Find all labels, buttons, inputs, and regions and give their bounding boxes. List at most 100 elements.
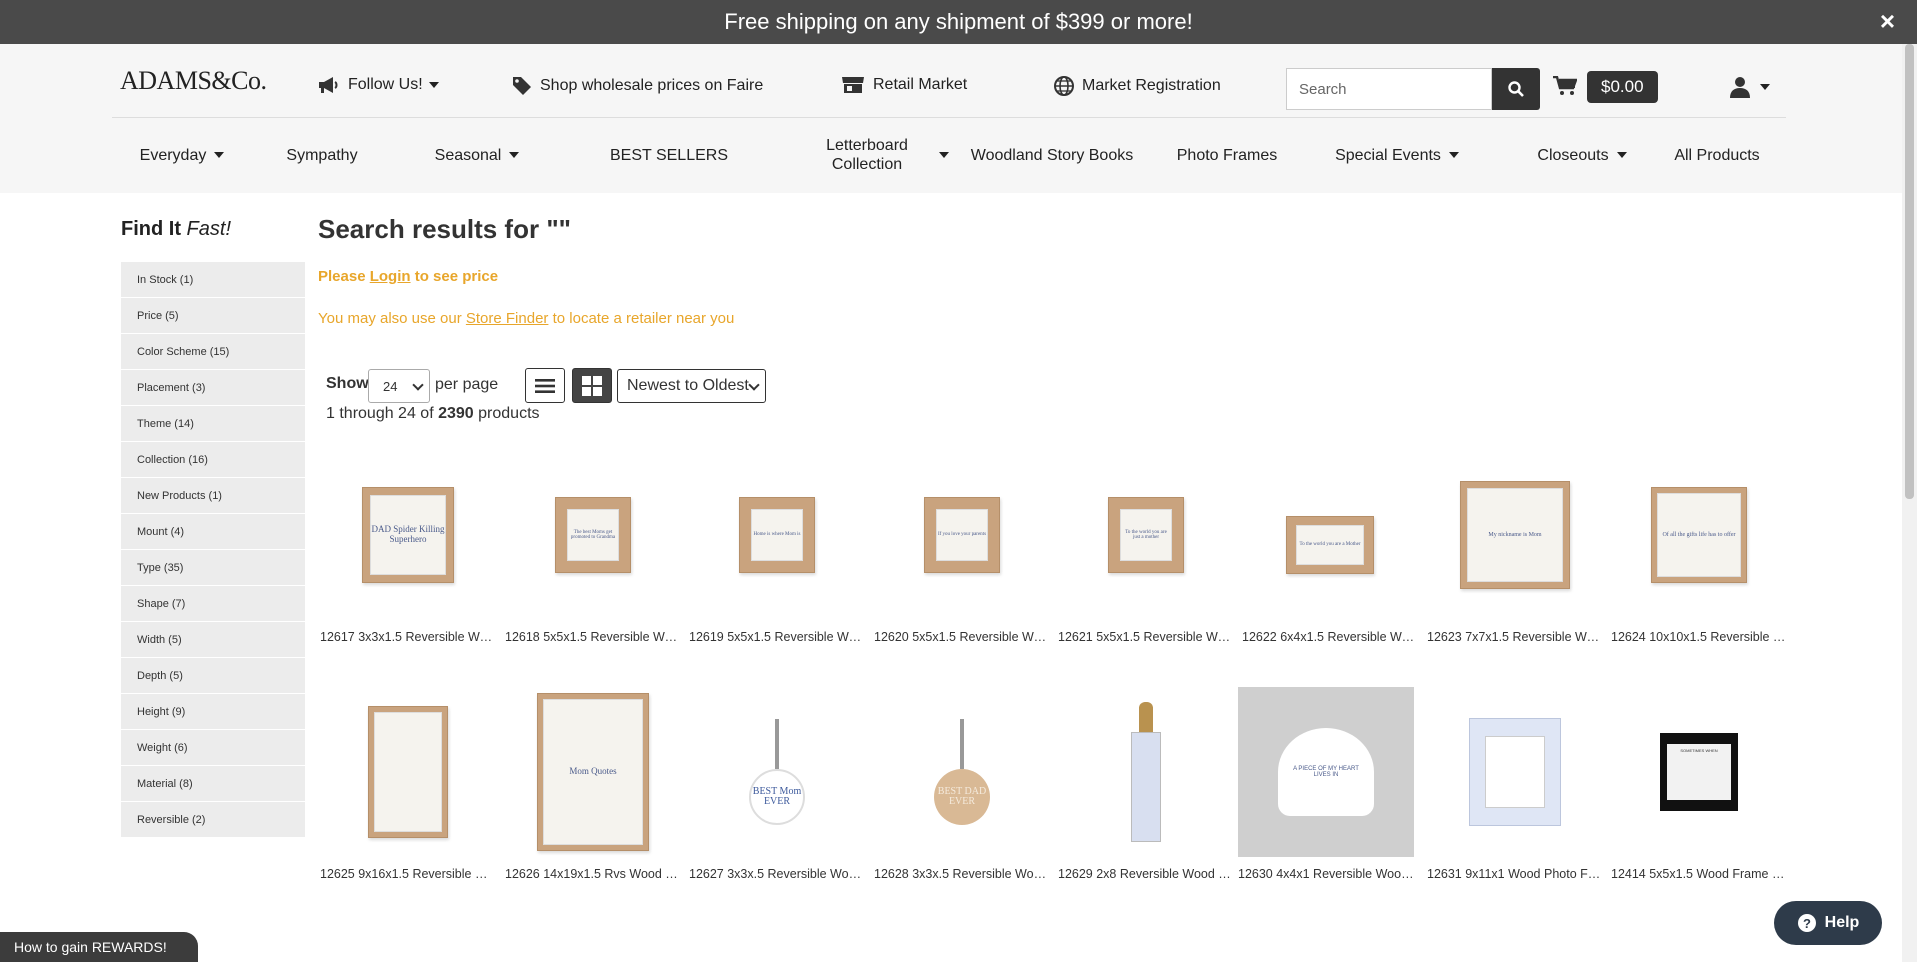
facet-mount[interactable]: Mount (4) [121,514,305,549]
product-card[interactable]: Mom Quotes 12626 14x19x1.5 Rvs Wood Fram… [505,687,681,881]
product-title[interactable]: 12627 3x3x.5 Reversible Wood Keychain [689,867,865,881]
product-image[interactable] [1427,687,1603,857]
product-title[interactable]: 12624 10x10x1.5 Reversible Wood Sign [1611,630,1787,644]
product-image[interactable]: To the world you are a Mother [1242,450,1418,620]
facet-width[interactable]: Width (5) [121,622,305,657]
facet-shape[interactable]: Shape (7) [121,586,305,621]
account-menu[interactable] [1730,76,1770,98]
product-card[interactable]: DAD Spider Killing Superhero 12617 3x3x1… [320,450,496,644]
product-title[interactable]: 12626 14x19x1.5 Rvs Wood Frame Sign [505,867,681,881]
product-image-text: A PIECE OF MY HEART LIVES IN [1278,728,1374,816]
list-view-button[interactable] [525,368,565,403]
faire-link[interactable]: Shop wholesale prices on Faire [512,76,763,96]
product-card[interactable]: Home is where Mom is 12619 5x5x1.5 Rever… [689,450,865,644]
nav-woodland-label: Woodland Story Books [970,146,1134,164]
product-title[interactable]: 12628 3x3x.5 Reversible Wood Keychain [874,867,1050,881]
product-title[interactable]: 12622 6x4x1.5 Reversible Wood Sign [1242,630,1418,644]
facet-collection[interactable]: Collection (16) [121,442,305,477]
facet-height[interactable]: Height (9) [121,694,305,729]
product-image[interactable] [320,687,496,857]
product-image[interactable]: Of all the gifts life has to offer [1611,450,1787,620]
rewards-tab[interactable]: How to gain REWARDS! [0,932,198,962]
product-card[interactable]: SOMETIMES WHEN 12414 5x5x1.5 Wood Frame … [1611,687,1787,881]
product-card[interactable]: BEST DAD EVER 12628 3x3x.5 Reversible Wo… [874,687,1050,881]
product-image[interactable]: DAD Spider Killing Superhero [320,450,496,620]
product-image[interactable] [1058,687,1234,857]
facet-reversible[interactable]: Reversible (2) [121,802,305,837]
product-image[interactable]: SOMETIMES WHEN [1611,687,1787,857]
facet-new-products[interactable]: New Products (1) [121,478,305,513]
nav-special-events[interactable]: Special Events [1302,130,1492,180]
nav-letterboard-dropdown[interactable] [932,130,952,180]
product-card[interactable]: 12625 9x16x1.5 Reversible Wood Sign [320,687,496,881]
nav-sympathy[interactable]: Sympathy [252,130,392,180]
nav-closeouts[interactable]: Closeouts [1512,130,1652,180]
sort-select[interactable]: Newest to Oldest [617,369,766,403]
login-link[interactable]: Login [370,268,411,285]
product-image[interactable]: If you love your parents [874,450,1050,620]
nav-best-sellers[interactable]: BEST SELLERS [584,130,754,180]
search-button[interactable] [1492,68,1540,110]
nav-letterboard[interactable]: Letterboard Collection [792,130,942,180]
market-registration-link[interactable]: Market Registration [1054,76,1221,96]
cart-icon[interactable] [1553,75,1578,101]
nav-all-products[interactable]: All Products [1652,130,1782,180]
facet-weight[interactable]: Weight (6) [121,730,305,765]
facet-material[interactable]: Material (8) [121,766,305,801]
chevron-down-icon [1760,84,1770,90]
header-top-row: ADAMS&Co. Follow Us! Shop wholesale pric… [112,44,1786,118]
grid-view-button[interactable] [572,368,612,403]
facet-theme[interactable]: Theme (14) [121,406,305,441]
facet-color-scheme[interactable]: Color Scheme (15) [121,334,305,369]
product-title[interactable]: 12621 5x5x1.5 Reversible Wood Sign [1058,630,1234,644]
product-card[interactable]: To the world you are just a mother 12621… [1058,450,1234,644]
nav-photo-frames[interactable]: Photo Frames [1152,130,1302,180]
nav-seasonal[interactable]: Seasonal [402,130,552,180]
facet-placement[interactable]: Placement (3) [121,370,305,405]
product-image[interactable]: BEST DAD EVER [874,687,1050,857]
product-image[interactable]: My nickname is Mom [1427,450,1603,620]
facet-depth[interactable]: Depth (5) [121,658,305,693]
product-card[interactable]: A PIECE OF MY HEART LIVES IN 12630 4x4x1… [1238,687,1414,881]
product-image[interactable]: Home is where Mom is [689,450,865,620]
close-icon[interactable]: × [1880,6,1895,37]
nav-woodland[interactable]: Woodland Story Books [952,130,1152,180]
product-card[interactable]: My nickname is Mom 12623 7x7x1.5 Reversi… [1427,450,1603,644]
product-title[interactable]: 12619 5x5x1.5 Reversible Wood Sign [689,630,865,644]
site-logo[interactable]: ADAMS&Co. [120,66,267,96]
product-image[interactable]: BEST Mom EVER [689,687,865,857]
scrollbar-thumb[interactable] [1905,44,1914,499]
product-title[interactable]: 12625 9x16x1.5 Reversible Wood Sign [320,867,496,881]
product-title[interactable]: 12623 7x7x1.5 Reversible Wood Sign [1427,630,1603,644]
product-image[interactable]: The best Moms get promoted to Grandma [505,450,681,620]
product-card[interactable]: 12631 9x11x1 Wood Photo Frame [1427,687,1603,881]
product-title[interactable]: 12631 9x11x1 Wood Photo Frame [1427,867,1603,881]
product-card[interactable]: BEST Mom EVER 12627 3x3x.5 Reversible Wo… [689,687,865,881]
facet-type[interactable]: Type (35) [121,550,305,585]
facet-in-stock[interactable]: In Stock (1) [121,262,305,297]
product-title[interactable]: 12629 2x8 Reversible Wood Bookmark [1058,867,1234,881]
follow-us-menu[interactable]: Follow Us! [318,76,439,94]
search-input[interactable] [1286,68,1492,110]
product-card[interactable]: The best Moms get promoted to Grandma 12… [505,450,681,644]
facet-price[interactable]: Price (5) [121,298,305,333]
per-page-select[interactable]: 24 [368,369,430,403]
product-title[interactable]: 12620 5x5x1.5 Reversible Wood Sign [874,630,1050,644]
retail-market-link[interactable]: Retail Market [841,76,967,94]
store-finder-link[interactable]: Store Finder [466,310,549,327]
help-button[interactable]: ? Help [1774,901,1882,945]
product-title[interactable]: 12618 5x5x1.5 Reversible Wood Sign [505,630,681,644]
cart-total[interactable]: $0.00 [1587,71,1658,103]
product-image[interactable]: Mom Quotes [505,687,681,857]
product-image[interactable]: A PIECE OF MY HEART LIVES IN [1238,687,1414,857]
product-image[interactable]: To the world you are just a mother [1058,450,1234,620]
product-title[interactable]: 12617 3x3x1.5 Reversible Wood Sign [320,630,496,644]
product-card[interactable]: To the world you are a Mother 12622 6x4x… [1242,450,1418,644]
product-card[interactable]: 12629 2x8 Reversible Wood Bookmark [1058,687,1234,881]
product-card[interactable]: If you love your parents 12620 5x5x1.5 R… [874,450,1050,644]
product-card[interactable]: Of all the gifts life has to offer 12624… [1611,450,1787,644]
product-title[interactable]: 12414 5x5x1.5 Wood Frame Sign [1611,867,1787,881]
scrollbar[interactable] [1902,44,1917,962]
product-title[interactable]: 12630 4x4x1 Reversible Wood Heart [1238,867,1414,881]
nav-everyday[interactable]: Everyday [112,130,252,180]
